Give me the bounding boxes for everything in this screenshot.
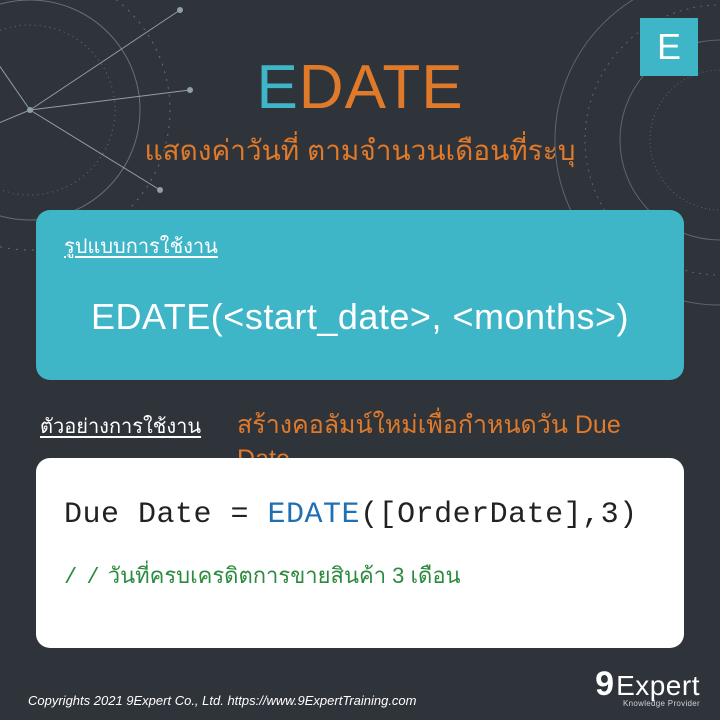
page-title: EDATE (0, 0, 720, 123)
example-label: ตัวอย่างการใช้งาน (40, 410, 201, 442)
page-subtitle: แสดงค่าวันที่ ตามจำนวนเดือนที่ระบุ (0, 129, 720, 173)
usage-panel: รูปแบบการใช้งาน EDATE(<start_date>, <mon… (36, 210, 684, 380)
footer: Copyrights 2021 9Expert Co., Ltd. https:… (0, 667, 720, 708)
code-comment-prefix: / / (64, 565, 98, 590)
code-function-name: EDATE (268, 498, 361, 532)
domain-badge-letter: E (657, 26, 681, 68)
code-panel: Due Date = EDATE([OrderDate],3) / / วันท… (36, 458, 684, 648)
brand-stack: Expert Knowledge Provider (616, 672, 700, 708)
brand-nine: 9 (595, 667, 614, 701)
brand-tagline: Knowledge Provider (616, 700, 700, 708)
copyright-text: Copyrights 2021 9Expert Co., Ltd. https:… (28, 693, 417, 708)
usage-label: รูปแบบการใช้งาน (64, 230, 656, 262)
code-lhs: Due Date = (64, 498, 268, 532)
code-comment-text: วันที่ครบเครดิตการขายสินค้า 3 เดือน (102, 563, 461, 588)
slide-canvas: E EDATE แสดงค่าวันที่ ตามจำนวนเดือนที่ระ… (0, 0, 720, 720)
code-comment: / / วันที่ครบเครดิตการขายสินค้า 3 เดือน (64, 558, 656, 593)
title-main: DATE (299, 53, 464, 122)
domain-badge: E (640, 18, 698, 76)
code-expression: Due Date = EDATE([OrderDate],3) (64, 498, 656, 532)
title-accent: E (256, 53, 298, 122)
brand-name: Expert (616, 672, 700, 700)
code-args: ([OrderDate],3) (360, 498, 638, 532)
brand-logo: 9 Expert Knowledge Provider (595, 667, 700, 708)
usage-syntax: EDATE(<start_date>, <months>) (64, 296, 656, 338)
